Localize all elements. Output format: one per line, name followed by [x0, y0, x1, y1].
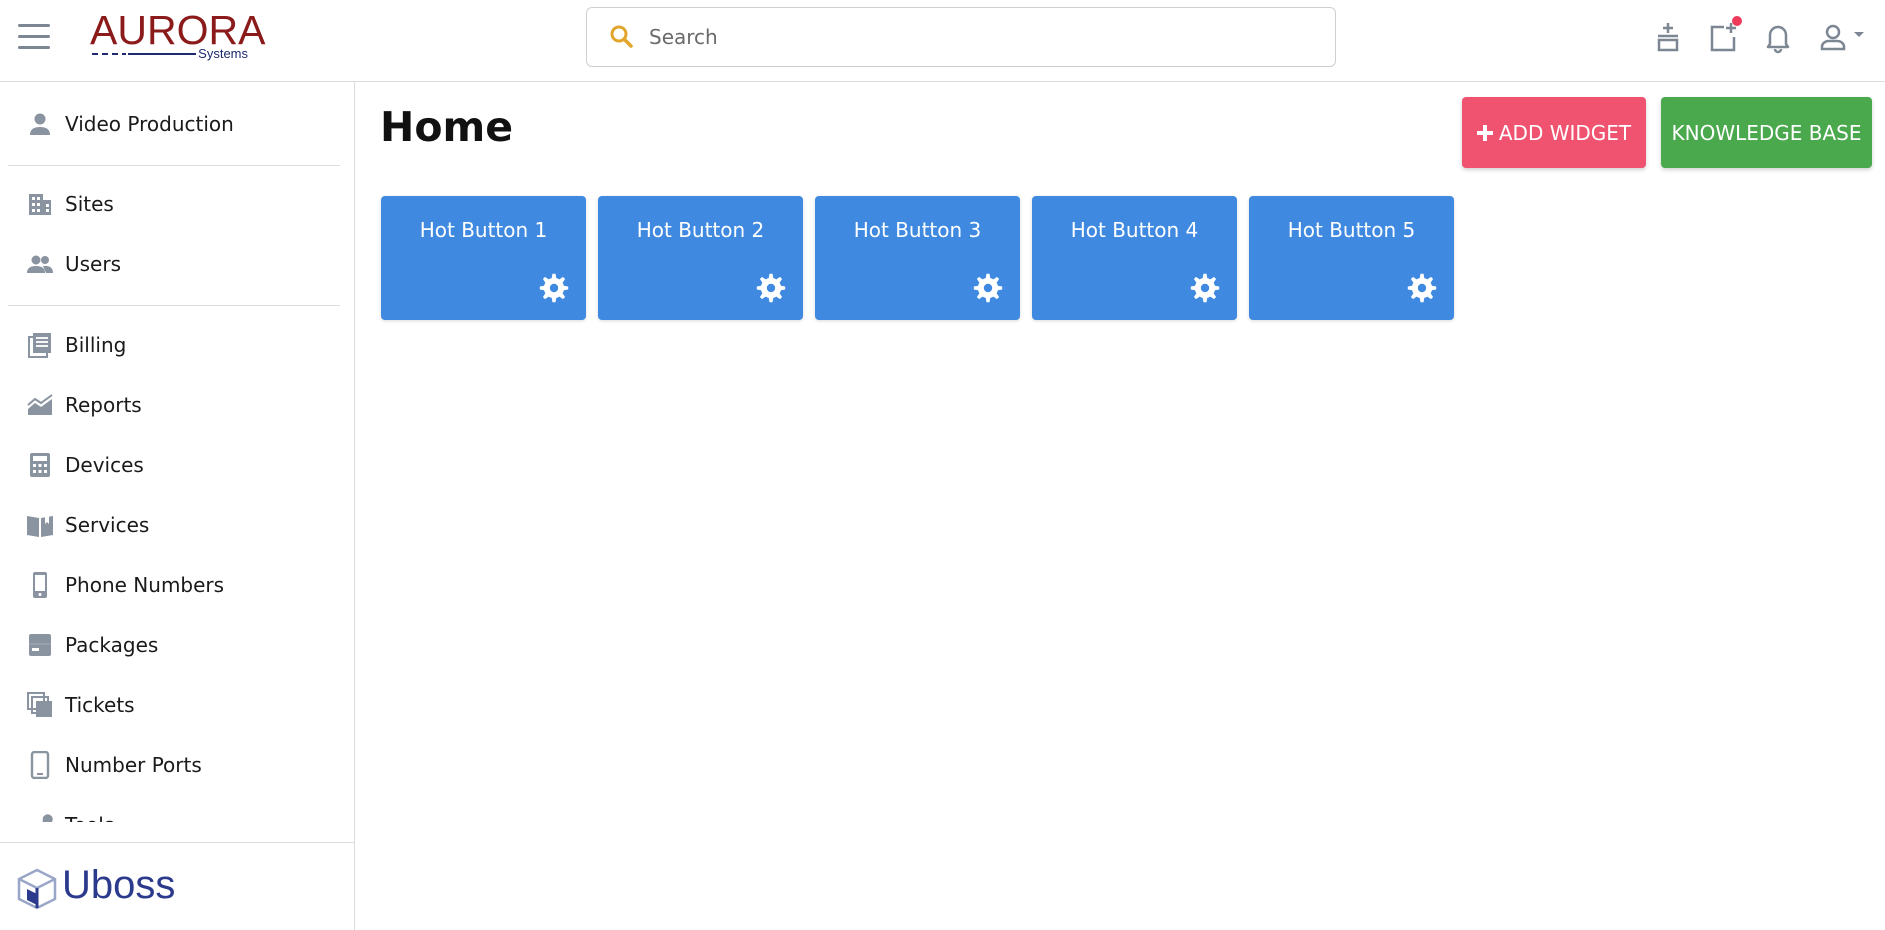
sidebar-item-reports[interactable]: Reports — [0, 380, 354, 430]
sidebar: Video Production Sites Users Billing Rep… — [0, 82, 355, 930]
sidebar-item-label: Phone Numbers — [65, 573, 225, 597]
page-title: Home — [380, 103, 514, 151]
add-widget-button[interactable]: ADD WIDGET — [1462, 97, 1646, 168]
sidebar-item-billing[interactable]: Billing — [0, 320, 354, 370]
sidebar-divider — [8, 305, 340, 306]
sidebar-item-label: Billing — [65, 333, 127, 357]
knowledge-base-label: KNOWLEDGE BASE — [1671, 120, 1862, 145]
aurora-logo[interactable]: AURORA Systems — [90, 7, 266, 62]
add-box-icon[interactable] — [1706, 16, 1742, 54]
person-icon — [25, 109, 55, 139]
sidebar-footer: Uboss — [0, 842, 354, 930]
notification-dot — [1732, 16, 1742, 26]
top-bar: AURORA Systems — [0, 0, 1885, 82]
sidebar-item-label: Number Ports — [65, 753, 202, 777]
building-icon — [25, 189, 55, 219]
hot-button-2[interactable]: Hot Button 2 — [598, 196, 803, 320]
sidebar-item-label: Video Production — [65, 112, 234, 136]
tickets-icon — [25, 690, 55, 720]
mobile-icon — [25, 750, 55, 780]
sidebar-item-services[interactable]: Services — [0, 500, 354, 550]
sidebar-item-label: Tools — [65, 813, 114, 822]
search-input[interactable] — [649, 25, 1249, 49]
hot-button-label: Hot Button 4 — [1070, 218, 1199, 242]
billing-icon — [25, 330, 55, 360]
phone-icon — [25, 570, 55, 600]
sidebar-item-label: Users — [65, 252, 122, 276]
hot-button-3[interactable]: Hot Button 3 — [815, 196, 1020, 320]
hot-button-label: Hot Button 1 — [419, 218, 548, 242]
people-icon — [25, 249, 55, 279]
package-icon — [25, 630, 55, 660]
sidebar-item-packages[interactable]: Packages — [0, 620, 354, 670]
sidebar-item-label: Devices — [65, 453, 144, 477]
book-open-icon — [25, 510, 55, 540]
hot-button-4[interactable]: Hot Button 4 — [1032, 196, 1237, 320]
sidebar-item-tickets[interactable]: Tickets — [0, 680, 354, 730]
sidebar-item-number-ports[interactable]: Number Ports — [0, 740, 354, 790]
logo-main-text: AURORA — [90, 7, 266, 53]
gear-icon[interactable] — [538, 272, 570, 304]
sidebar-item-phone-numbers[interactable]: Phone Numbers — [0, 560, 354, 610]
knowledge-base-button[interactable]: KNOWLEDGE BASE — [1661, 97, 1872, 168]
calculator-icon — [25, 450, 55, 480]
hot-button-5[interactable]: Hot Button 5 — [1249, 196, 1454, 320]
sidebar-item-video-production[interactable]: Video Production — [0, 99, 354, 149]
sidebar-item-users[interactable]: Users — [0, 239, 354, 289]
gear-icon[interactable] — [1189, 272, 1221, 304]
sidebar-item-tools[interactable]: Tools — [0, 800, 354, 822]
search-box[interactable] — [586, 7, 1336, 67]
add-row-icon[interactable] — [1651, 20, 1685, 54]
sidebar-item-sites[interactable]: Sites — [0, 179, 354, 229]
sidebar-item-label: Tickets — [65, 693, 135, 717]
uboss-cube-icon — [17, 868, 57, 910]
user-menu[interactable] — [1816, 20, 1870, 54]
hot-button-label: Hot Button 5 — [1287, 218, 1416, 242]
gear-icon[interactable] — [1406, 272, 1438, 304]
sidebar-item-devices[interactable]: Devices — [0, 440, 354, 490]
sidebar-item-label: Services — [65, 513, 150, 537]
uboss-brand-text: Uboss — [62, 863, 176, 907]
gear-icon[interactable] — [755, 272, 787, 304]
bell-icon[interactable] — [1761, 20, 1795, 54]
sidebar-nav[interactable]: Video Production Sites Users Billing Rep… — [0, 82, 354, 822]
search-icon — [610, 25, 633, 48]
sidebar-divider — [8, 165, 340, 166]
tools-icon — [25, 810, 55, 822]
add-widget-label: ADD WIDGET — [1498, 120, 1632, 145]
hamburger-menu-icon[interactable] — [18, 24, 50, 52]
hot-button-label: Hot Button 2 — [636, 218, 765, 242]
chart-area-icon — [25, 390, 55, 420]
hot-button-1[interactable]: Hot Button 1 — [381, 196, 586, 320]
sidebar-item-label: Reports — [65, 393, 142, 417]
sidebar-item-label: Packages — [65, 633, 159, 657]
hot-button-label: Hot Button 3 — [853, 218, 982, 242]
logo-sub-text: Systems — [198, 46, 248, 61]
gear-icon[interactable] — [972, 272, 1004, 304]
plus-icon — [1476, 124, 1493, 141]
sidebar-item-label: Sites — [65, 192, 114, 216]
